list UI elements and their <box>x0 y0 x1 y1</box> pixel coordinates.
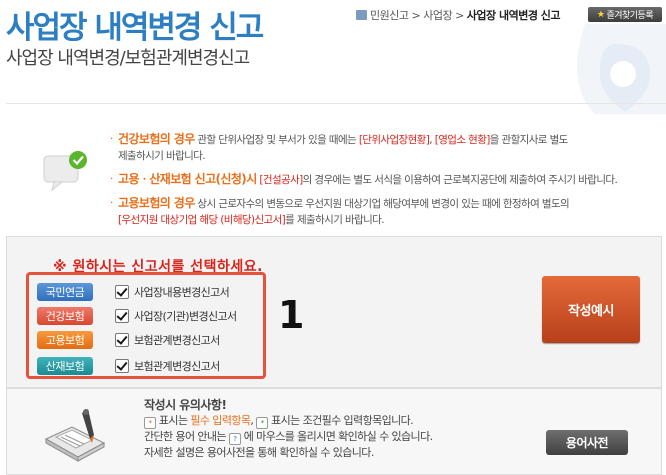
bullet-icon: · <box>110 197 113 209</box>
form-option-row[interactable]: 건강보험 사업장(기관)변경신고서 <box>37 306 237 325</box>
caution-line: 표시는 <box>158 414 191 427</box>
badge-national-pension: 국민연금 <box>37 282 93 301</box>
form-option-row[interactable]: 고용보험 보험관계변경신고서 <box>37 330 220 349</box>
breadcrumb-separator: > <box>455 8 464 22</box>
breadcrumb-separator: > <box>411 8 421 22</box>
notice-text: 의 경우에는 별도 서식을 이용하여 근로복지공단에 제출하여 주시기 바랍니다… <box>302 174 618 186</box>
checkbox-health-insurance[interactable] <box>115 308 129 323</box>
caution-line: 간단한 용어 안내는 <box>144 430 229 443</box>
caution-title: 작성시 유의사항! <box>144 398 227 412</box>
breadcrumb-item-civil[interactable]: 민원신고 <box>370 7 409 23</box>
checkbox-employment-insurance[interactable] <box>115 332 129 347</box>
notice-link[interactable]: [영업소 현황] <box>435 134 491 146</box>
document-pen-icon <box>44 409 106 462</box>
checkbox-industrial-accident-insurance[interactable] <box>115 358 129 373</box>
breadcrumb-item-workplace[interactable]: 사업장 <box>423 7 452 23</box>
breadcrumb: 민원신고 > 사업장 > 사업장 내역변경 신고 <box>356 7 561 23</box>
form-option-row[interactable]: 국민연금 사업장내용변경신고서 <box>37 282 230 301</box>
conditional-mark-icon: * <box>256 417 269 429</box>
add-favorite-label: 즐겨찾기등록 <box>606 11 654 21</box>
notice-text: 관할 단위사업장 및 부서가 있을 때에는 <box>197 134 359 146</box>
notice-text: 을 관할지사로 별도 <box>489 134 569 146</box>
notice-text: 를 제출하시기 바랍니다. <box>285 214 384 226</box>
decorative-background-graphic <box>577 24 666 114</box>
star-icon: ★ <box>596 9 605 20</box>
badge-industrial-accident-insurance: 산재보험 <box>37 356 93 375</box>
notice-link[interactable]: [단위사업장현황] <box>359 134 430 146</box>
notice-heading: 고용보험의 경우 <box>118 196 195 210</box>
glossary-button[interactable]: 용어사전 <box>546 430 628 455</box>
checkbox-national-pension[interactable] <box>115 284 129 299</box>
caution-line: 자세한 설명은 용어사전을 통해 확인하실 수 있습니다. <box>144 446 374 459</box>
notice-item: · 고용보험의 경우 상시 근로자수의 변동으로 우선지원 대상기업 해당여부에… <box>110 195 666 228</box>
form-option-label[interactable]: 보험관계변경신고서 <box>134 332 220 348</box>
write-example-button[interactable]: 작성예시 <box>542 276 640 343</box>
notice-item: · 고용ㆍ산재보험 신고(신청)시 [건설공사]의 경우에는 별도 서식을 이용… <box>110 171 666 188</box>
speech-bubble-check-icon <box>43 151 87 192</box>
help-question-icon[interactable]: ? <box>228 433 241 445</box>
caution-line: 에 마우스를 올리시면 확인하실 수 있습니다. <box>240 430 433 443</box>
notice-text: 제출하시기 바랍니다. <box>118 150 206 162</box>
form-option-row[interactable]: 산재보험 보험관계변경신고서 <box>37 356 220 375</box>
bullet-icon: · <box>110 173 113 185</box>
home-icon[interactable] <box>356 10 367 20</box>
required-mark-icon: * <box>144 417 156 429</box>
required-label: 필수 입력항목 <box>190 414 251 427</box>
caution-text: * 표시는 필수 입력항목, * 표시는 조건필수 입력항목입니다. 간단한 용… <box>144 413 534 460</box>
notice-list: · 건강보험의 경우 관할 단위사업장 및 부서가 있을 때에는 [단위사업장현… <box>110 131 666 235</box>
breadcrumb-item-current: 사업장 내역변경 신고 <box>466 9 561 22</box>
notice-link[interactable]: [우선지원 대상기업 해당 (비해당)신고서] <box>118 214 286 226</box>
notice-text: 상시 근로자수의 변동으로 우선지원 대상기업 해당여부에 변경이 있는 때에 … <box>197 198 570 210</box>
page-subtitle: 사업장 내역변경/보험관계변경신고 <box>6 48 250 69</box>
bullet-icon: · <box>110 133 113 145</box>
header-divider <box>6 103 666 104</box>
badge-health-insurance: 건강보험 <box>37 306 93 325</box>
step-number-annotation: 1 <box>278 293 305 337</box>
notice-link[interactable]: [건설공사] <box>259 174 303 186</box>
notice-item: · 건강보험의 경우 관할 단위사업장 및 부서가 있을 때에는 [단위사업장현… <box>110 131 666 164</box>
notice-heading: 건강보험의 경우 <box>118 132 195 146</box>
form-option-label[interactable]: 보험관계변경신고서 <box>134 358 220 374</box>
form-option-label[interactable]: 사업장내용변경신고서 <box>134 284 230 300</box>
form-option-label[interactable]: 사업장(기관)변경신고서 <box>134 308 237 324</box>
caution-line: 표시는 조건필수 입력항목입니다. <box>271 414 414 427</box>
page-title: 사업장 내역변경 신고 <box>6 10 264 46</box>
badge-employment-insurance: 고용보험 <box>37 330 93 349</box>
add-favorite-button[interactable]: ★ 즐겨찾기등록 <box>588 7 662 22</box>
notice-heading: 고용ㆍ산재보험 신고(신청)시 <box>118 172 257 186</box>
